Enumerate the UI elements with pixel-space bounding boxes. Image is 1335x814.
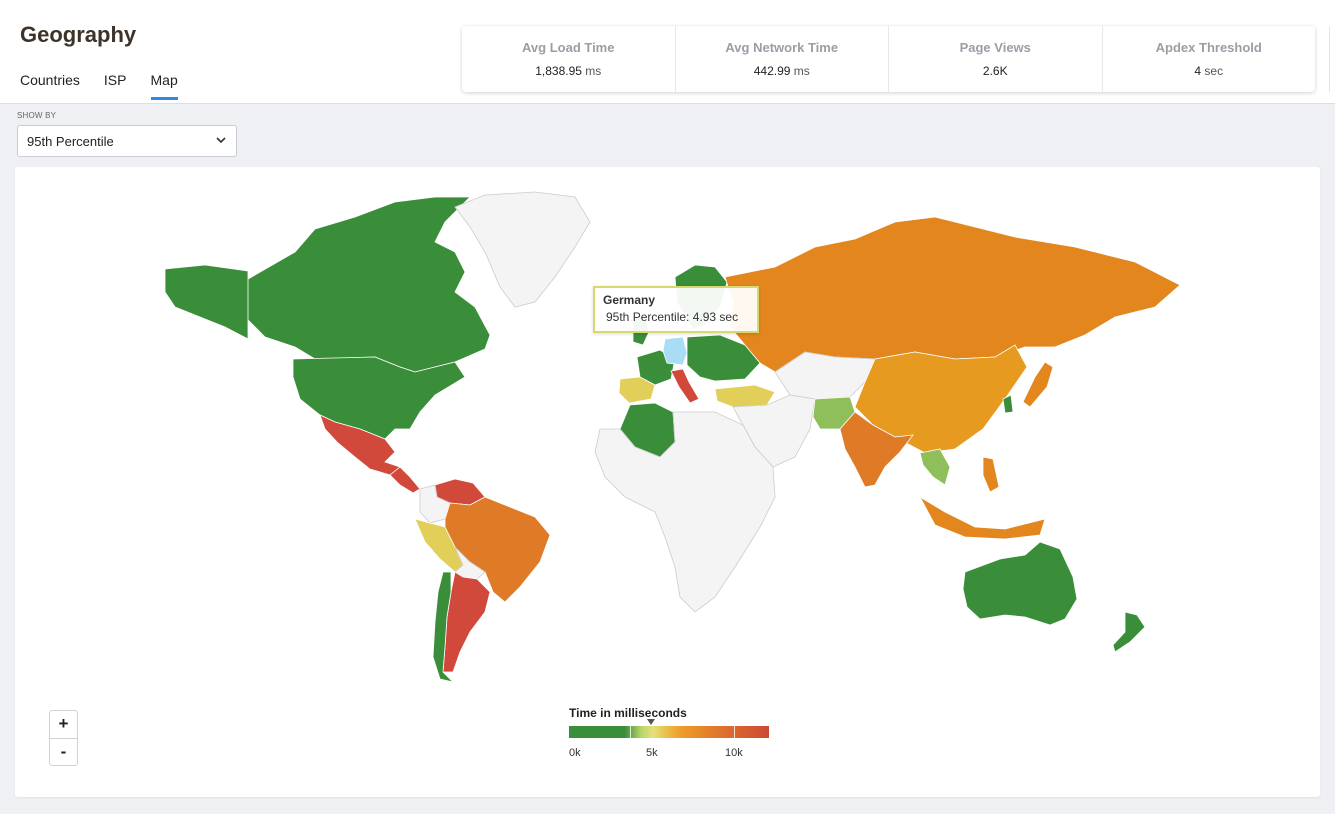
kpi-apdex-threshold: Apdex Threshold 4 sec	[1103, 26, 1316, 92]
kpi-label: Avg Load Time	[522, 40, 615, 55]
zoom-controls: + -	[49, 710, 78, 766]
legend-tick	[630, 726, 631, 738]
tab-isp[interactable]: ISP	[104, 72, 127, 100]
country-turkey[interactable]	[714, 384, 776, 408]
zoom-in-button[interactable]: +	[50, 711, 77, 738]
legend-label-0k: 0k	[569, 747, 581, 759]
header-bar: Geography Countries ISP Map Avg Load Tim…	[0, 0, 1335, 104]
tab-bar: Countries ISP Map	[20, 72, 202, 100]
country-russia[interactable]	[724, 216, 1181, 373]
world-map[interactable]	[15, 167, 1320, 797]
zoom-out-button[interactable]: -	[50, 738, 77, 765]
tooltip-country: Germany	[603, 293, 656, 307]
kpi-number: 1,838.95	[535, 64, 582, 78]
kpi-number: 2.6K	[982, 64, 1008, 78]
legend-label-10k: 10k	[725, 747, 743, 759]
kpi-page-views: Page Views 2.6K	[889, 26, 1103, 92]
kpi-number: 4	[1194, 64, 1202, 78]
country-alaska[interactable]	[164, 264, 249, 340]
kpi-avg-network-time: Avg Network Time 442.99 ms	[676, 26, 889, 92]
kpi-avg-load-time: Avg Load Time 1,838.95 ms	[462, 26, 676, 92]
legend-color-scale	[569, 726, 769, 738]
kpi-value: 1,838.95 ms	[462, 64, 675, 78]
country-italy[interactable]	[670, 368, 700, 404]
show-by-select[interactable]: 95th Percentile	[17, 125, 237, 157]
kpi-label: Page Views	[959, 40, 1031, 55]
country-germany[interactable]	[662, 336, 688, 366]
country-japan[interactable]	[1022, 361, 1054, 408]
show-by-label: SHOW BY	[17, 111, 57, 120]
kpi-label: Apdex Threshold	[1155, 40, 1262, 55]
chevron-down-icon	[216, 137, 226, 144]
kpi-number: 442.99	[753, 64, 791, 78]
country-africa-rest[interactable]	[594, 411, 776, 613]
country-central-america[interactable]	[389, 466, 421, 494]
kpi-unit: ms	[793, 64, 810, 78]
kpi-summary-card: Avg Load Time 1,838.95 ms Avg Network Ti…	[462, 26, 1315, 92]
legend-label-5k: 5k	[646, 747, 658, 759]
show-by-selected-value: 95th Percentile	[27, 134, 114, 149]
country-philippines[interactable]	[982, 456, 1000, 493]
map-panel: Germany 95th Percentile: 4.93 sec + - Ti…	[15, 167, 1320, 797]
map-tooltip: Germany 95th Percentile: 4.93 sec	[593, 286, 759, 333]
legend-pointer-icon	[647, 719, 655, 725]
legend-title: Time in milliseconds	[569, 706, 687, 720]
kpi-value: 2.6K	[889, 64, 1102, 78]
divider	[1329, 26, 1330, 92]
country-indonesia[interactable]	[918, 495, 1046, 540]
kpi-value: 442.99 ms	[676, 64, 889, 78]
country-southeast-asia[interactable]	[919, 448, 951, 486]
kpi-unit: sec	[1204, 64, 1224, 78]
tab-countries[interactable]: Countries	[20, 72, 80, 100]
country-australia[interactable]	[962, 541, 1078, 626]
legend-tick	[734, 726, 735, 738]
country-greenland[interactable]	[454, 191, 591, 308]
tab-map[interactable]: Map	[150, 72, 178, 100]
country-new-zealand[interactable]	[1112, 611, 1146, 653]
kpi-label: Avg Network Time	[725, 40, 839, 55]
country-usa[interactable]	[292, 356, 466, 440]
kpi-value: 4 sec	[1103, 64, 1316, 78]
tooltip-value: 95th Percentile: 4.93 sec	[606, 310, 739, 324]
kpi-unit: ms	[585, 64, 602, 78]
page-title: Geography	[20, 22, 137, 47]
